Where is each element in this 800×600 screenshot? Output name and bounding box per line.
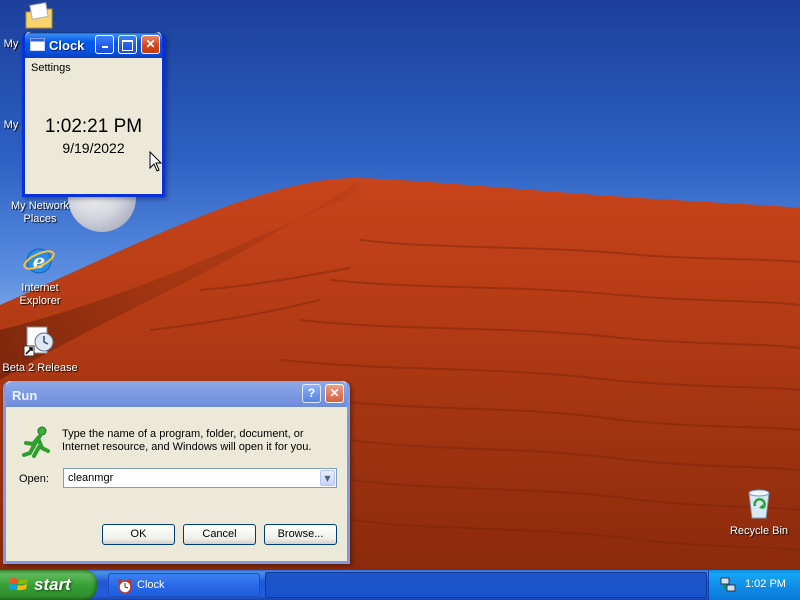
ok-button[interactable]: OK <box>102 524 175 545</box>
alarm-clock-icon <box>118 579 132 594</box>
cancel-button[interactable]: Cancel <box>183 524 256 545</box>
desktop-icon-label[interactable]: My <box>0 38 23 51</box>
window-app-icon <box>30 38 45 51</box>
desktop-icon-label[interactable]: My <box>0 119 23 132</box>
folder-icon[interactable] <box>22 0 56 34</box>
tray-clock[interactable]: 1:02 PM <box>745 578 786 590</box>
clock-window-titlebar[interactable]: Clock ✕ <box>25 32 162 58</box>
taskbar-button-label: Clock <box>137 579 165 591</box>
open-input[interactable]: cleanmgr <box>68 472 113 484</box>
maximize-button[interactable] <box>118 35 137 54</box>
run-dialog: Run ? ✕ Type the name of a program, fold… <box>3 381 350 564</box>
run-program-icon <box>22 426 50 458</box>
chevron-down-icon: ▼ <box>324 474 331 483</box>
window-title: Clock <box>49 38 85 53</box>
desktop-icon-label[interactable]: Recycle Bin <box>719 525 799 538</box>
help-icon: ? <box>307 386 316 400</box>
maximize-icon <box>122 40 133 51</box>
minimize-icon <box>101 46 108 48</box>
close-button[interactable]: ✕ <box>325 384 344 403</box>
desktop-icon-label[interactable]: My Network Places <box>0 200 80 226</box>
browse-button[interactable]: Browse... <box>264 524 337 545</box>
run-dialog-titlebar[interactable]: Run ? ✕ <box>6 381 347 407</box>
start-label: start <box>34 575 71 594</box>
menu-settings[interactable]: Settings <box>31 62 71 74</box>
system-tray: 1:02 PM <box>708 570 800 600</box>
close-icon: ✕ <box>145 37 156 51</box>
desktop-icon-label[interactable]: Beta 2 Release <box>0 362 80 375</box>
taskbar-run-button[interactable] <box>265 572 707 598</box>
shortcut-icon[interactable] <box>22 324 56 358</box>
close-icon: ✕ <box>329 386 340 400</box>
minimize-button[interactable] <box>95 35 114 54</box>
windows-logo-icon <box>9 577 28 590</box>
open-label: Open: <box>19 473 49 485</box>
start-button[interactable]: start <box>0 570 97 600</box>
clock-window-client: Settings 1:02:21 PM 9/19/2022 <box>25 58 162 194</box>
window-title: Run <box>12 388 38 403</box>
help-button[interactable]: ? <box>302 384 321 403</box>
clock-window: Clock ✕ Settings 1:02:21 PM 9/19/2022 <box>22 32 165 197</box>
open-combobox[interactable]: cleanmgr ▼ <box>63 468 337 488</box>
internet-explorer-icon[interactable]: e <box>22 244 56 278</box>
mouse-cursor-icon <box>149 151 163 172</box>
recycle-bin-icon[interactable] <box>742 486 776 520</box>
dropdown-button[interactable]: ▼ <box>320 470 335 486</box>
close-button[interactable]: ✕ <box>141 35 160 54</box>
taskbar-button-clock[interactable]: Clock <box>108 573 260 597</box>
network-tray-icon[interactable] <box>719 576 737 594</box>
taskbar: start Clock 1:02 PM <box>0 570 800 600</box>
clock-date: 9/19/2022 <box>62 140 125 156</box>
clock-time: 1:02:21 PM <box>44 116 143 137</box>
run-description: Type the name of a program, folder, docu… <box>62 428 312 453</box>
desktop-icon-label[interactable]: Internet Explorer <box>0 282 80 308</box>
